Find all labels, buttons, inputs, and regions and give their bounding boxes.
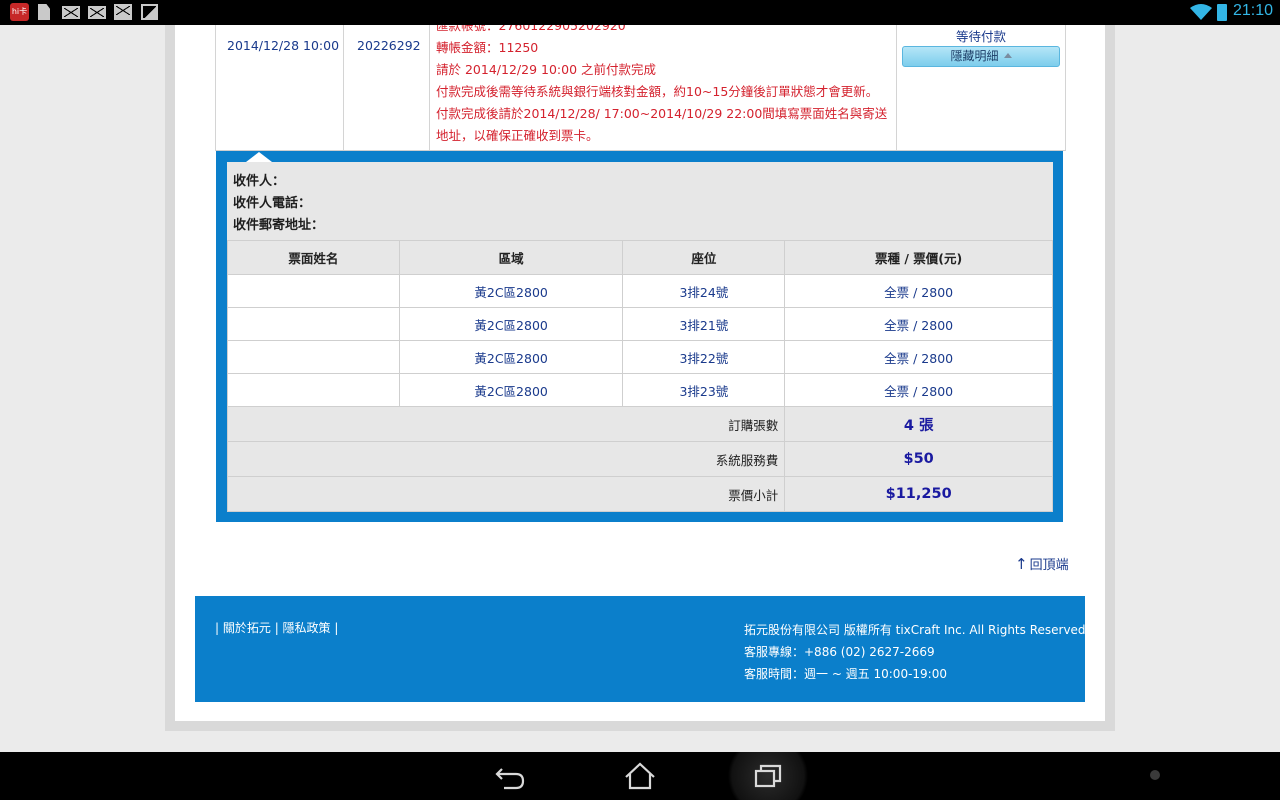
ticket-table: 票面姓名 區域 座位 票種 / 票價(元) 黃2C區2800 3排24號 全票 … bbox=[226, 240, 1053, 512]
service-fee-label: 系統服務費 bbox=[226, 441, 786, 477]
system-indicator-dot bbox=[1150, 770, 1160, 780]
fill-info-notice-line: 付款完成後請於2014/12/28/ 17:00~2014/10/29 22:0… bbox=[436, 106, 888, 121]
type-price-cell: 全票 / 2800 bbox=[784, 307, 1053, 341]
order-status-cell: 等待付款 隱藏明細 bbox=[897, 25, 1065, 150]
table-header-row: 票面姓名 區域 座位 票種 / 票價(元) bbox=[227, 240, 1053, 275]
notification-app-icon: hi卡 bbox=[10, 3, 29, 21]
payment-info-cell: 匯款帳號：2760122905202920 轉帳金額：11250 請於 2014… bbox=[430, 25, 897, 150]
order-date: 2014/12/28 10:00 bbox=[227, 38, 340, 53]
arrow-up-icon: ↑ bbox=[1015, 555, 1028, 573]
panel-pointer bbox=[246, 152, 272, 162]
area-cell: 黃2C區2800 bbox=[398, 373, 624, 407]
payment-notice-line: 付款完成後需等待系統與銀行端核對金額，約10~15分鐘後訂單狀態才會更新。 bbox=[436, 84, 879, 99]
home-icon[interactable] bbox=[600, 752, 680, 800]
hide-details-label: 隱藏明細 bbox=[950, 49, 999, 63]
mail-icon bbox=[88, 6, 106, 19]
seat-cell: 3排24號 bbox=[622, 274, 786, 308]
about-link[interactable]: 關於拓元 bbox=[223, 621, 271, 635]
type-price-cell: 全票 / 2800 bbox=[784, 373, 1053, 407]
transfer-amount-line: 轉帳金額：11250 bbox=[436, 40, 539, 55]
summary-row-service-fee: 系統服務費 $50 bbox=[226, 441, 1053, 477]
summary-row-quantity: 訂購張數 4 張 bbox=[226, 406, 1053, 442]
status-bar: hi卡 21:10 bbox=[0, 0, 1280, 25]
column-header-type-price: 票種 / 票價(元) bbox=[784, 240, 1053, 275]
quantity-value: 4 張 bbox=[784, 406, 1053, 442]
column-header-seat: 座位 bbox=[622, 240, 786, 275]
privacy-link[interactable]: 隱私政策 bbox=[283, 621, 331, 635]
bank-account-line: 匯款帳號：2760122905202920 bbox=[436, 25, 626, 33]
ticket-name-cell bbox=[227, 340, 400, 374]
service-fee-value: $50 bbox=[784, 441, 1053, 477]
wifi-icon bbox=[1190, 4, 1212, 20]
summary-row-subtotal: 票價小計 $11,250 bbox=[226, 476, 1053, 512]
order-page: 2014/12/28 10:00 20226292 匯款帳號：276012290… bbox=[175, 25, 1105, 721]
quantity-label: 訂購張數 bbox=[226, 406, 786, 442]
back-to-top-label: 回頂端 bbox=[1029, 558, 1069, 573]
caret-up-icon bbox=[1003, 53, 1012, 58]
recent-apps-icon[interactable] bbox=[728, 752, 808, 800]
receiver-phone-label: 收件人電話： bbox=[233, 196, 312, 211]
customer-service-hours: 客服時間：週一 ~ 週五 10:00-19:00 bbox=[744, 667, 947, 681]
ticket-name-cell bbox=[227, 274, 400, 308]
seat-cell: 3排22號 bbox=[622, 340, 786, 374]
area-cell: 黃2C區2800 bbox=[398, 340, 624, 374]
footer-company-info: 拓元股份有限公司 版權所有 tixCraft Inc. All Rights R… bbox=[744, 619, 1089, 685]
clock: 21:10 bbox=[1233, 2, 1274, 19]
image-icon bbox=[141, 4, 158, 20]
seat-cell: 3排23號 bbox=[622, 373, 786, 407]
order-number: 20226292 bbox=[357, 38, 421, 53]
table-row: 黃2C區2800 3排23號 全票 / 2800 bbox=[227, 373, 1053, 407]
receiver-name-label: 收件人： bbox=[233, 174, 286, 189]
order-date-cell: 2014/12/28 10:00 bbox=[216, 25, 344, 150]
mail-icon bbox=[62, 6, 80, 19]
subtotal-value: $11,250 bbox=[784, 476, 1053, 512]
type-price-cell: 全票 / 2800 bbox=[784, 274, 1053, 308]
order-number-cell: 20226292 bbox=[344, 25, 430, 150]
column-header-ticket-name: 票面姓名 bbox=[227, 240, 400, 275]
back-to-top-link[interactable]: ↑ 回頂端 bbox=[1015, 554, 1069, 573]
order-detail-content: 收件人： 收件人電話： 收件郵寄地址： 票面姓名 區域 座位 票種 / 票價(元… bbox=[226, 162, 1053, 512]
receiver-address-label: 收件郵寄地址： bbox=[233, 218, 325, 233]
payment-deadline-line: 請於 2014/12/29 10:00 之前付款完成 bbox=[436, 62, 656, 77]
ticket-name-cell bbox=[227, 307, 400, 341]
customer-service-phone: 客服專線：+886 (02) 2627-2669 bbox=[744, 645, 935, 659]
order-status: 等待付款 bbox=[955, 29, 1006, 44]
ticket-name-cell bbox=[227, 373, 400, 407]
area-cell: 黃2C區2800 bbox=[398, 274, 624, 308]
fill-info-notice-line-2: 地址，以確保正確收到票卡。 bbox=[436, 128, 599, 143]
table-row: 黃2C區2800 3排24號 全票 / 2800 bbox=[227, 274, 1053, 308]
back-icon[interactable] bbox=[472, 752, 552, 800]
area-cell: 黃2C區2800 bbox=[398, 307, 624, 341]
column-header-area: 區域 bbox=[398, 240, 624, 275]
footer-links: | 關於拓元 | 隱私政策 | bbox=[215, 621, 339, 635]
seat-cell: 3排21號 bbox=[622, 307, 786, 341]
subtotal-label: 票價小計 bbox=[226, 476, 786, 512]
copyright-text: 拓元股份有限公司 版權所有 tixCraft Inc. All Rights R… bbox=[744, 623, 1090, 637]
order-row: 2014/12/28 10:00 20226292 匯款帳號：276012290… bbox=[215, 25, 1066, 151]
mail-icon bbox=[114, 4, 132, 20]
footer: | 關於拓元 | 隱私政策 | 拓元股份有限公司 版權所有 tixCraft I… bbox=[195, 596, 1089, 702]
type-price-cell: 全票 / 2800 bbox=[784, 340, 1053, 374]
table-row: 黃2C區2800 3排22號 全票 / 2800 bbox=[227, 340, 1053, 374]
file-icon bbox=[38, 4, 50, 20]
order-detail-panel: 收件人： 收件人電話： 收件郵寄地址： 票面姓名 區域 座位 票種 / 票價(元… bbox=[216, 151, 1063, 522]
battery-icon bbox=[1217, 4, 1227, 21]
table-row: 黃2C區2800 3排21號 全票 / 2800 bbox=[227, 307, 1053, 341]
hide-details-button[interactable]: 隱藏明細 bbox=[902, 46, 1060, 67]
